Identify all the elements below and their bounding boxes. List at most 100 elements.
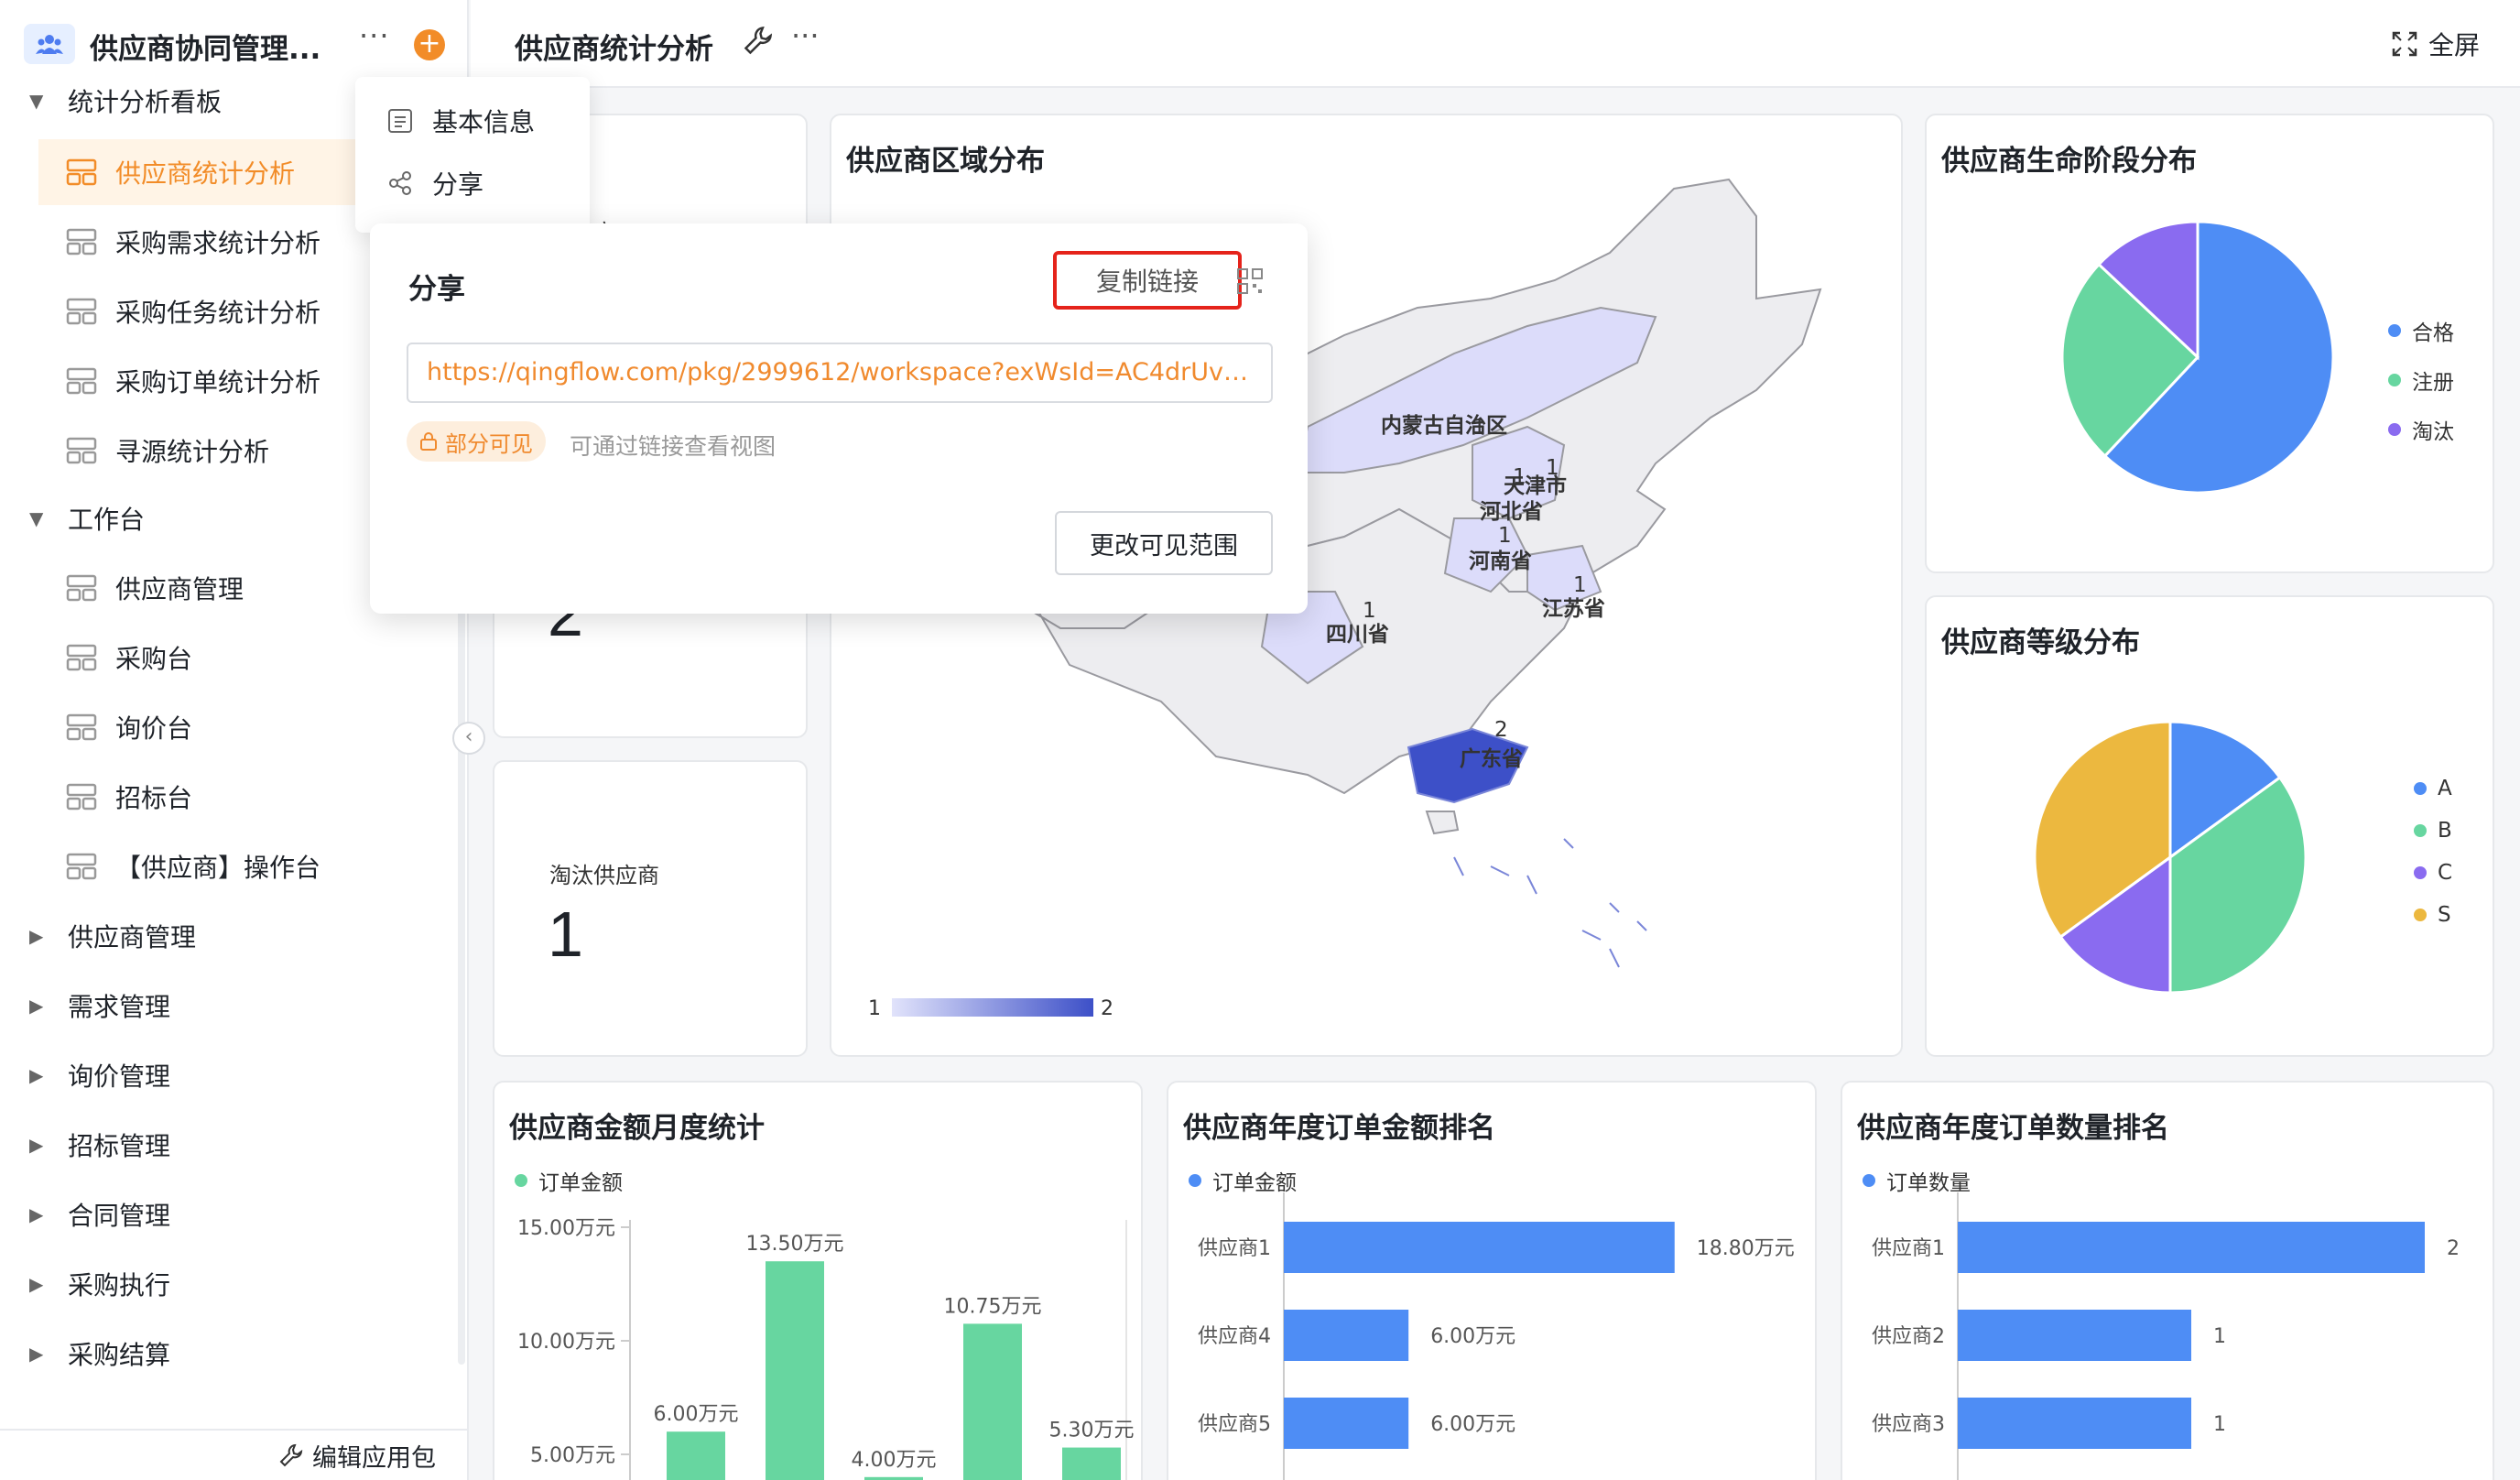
sidebar-group[interactable]: ▶ 需求管理 bbox=[0, 973, 469, 1039]
nav-label: 招标管理 bbox=[68, 1131, 171, 1161]
lifecycle-pie-chart bbox=[2060, 220, 2335, 495]
qrcode-icon[interactable] bbox=[1236, 267, 1264, 295]
legend-label: 淘汰 bbox=[2412, 420, 2454, 444]
legend-item[interactable]: B bbox=[2414, 819, 2452, 843]
app-icon[interactable] bbox=[24, 24, 75, 64]
share-title: 分享 bbox=[408, 273, 465, 306]
legend-dot bbox=[2388, 324, 2401, 337]
bar-value-label: 10.75万元 bbox=[944, 1295, 1042, 1318]
sidebar-group[interactable]: ▶ 询价管理 bbox=[0, 1042, 469, 1108]
map-label-jiangsu: 江苏省 bbox=[1542, 597, 1605, 621]
category-label: 供应商3 bbox=[1872, 1413, 1945, 1436]
bar bbox=[667, 1431, 725, 1480]
sidebar-group[interactable]: ▶ 招标管理 bbox=[0, 1112, 469, 1178]
nav-label: 寻源统计分析 bbox=[115, 437, 270, 467]
legend-label: 注册 bbox=[2412, 371, 2454, 395]
legend-dot bbox=[2414, 866, 2427, 879]
count-ranking-chart: 供应商1 2 供应商2 1 供应商3 1 bbox=[1872, 1192, 2460, 1480]
kpi-card-eliminated: 淘汰供应商 1 bbox=[493, 760, 808, 1057]
legend-item[interactable]: A bbox=[2414, 777, 2452, 800]
nav-label: 供应商管理 bbox=[115, 574, 244, 604]
legend: A B C S bbox=[2414, 777, 2452, 945]
caret-right-icon: ▶ bbox=[29, 995, 44, 1017]
sidebar-group[interactable]: ▶ 采购执行 bbox=[0, 1251, 469, 1317]
map-label-henan: 河南省 bbox=[1469, 550, 1532, 573]
nav-label: 供应商统计分析 bbox=[115, 158, 296, 189]
legend-item[interactable]: 合格 bbox=[2388, 315, 2454, 346]
map-island-hainan bbox=[1425, 811, 1460, 835]
dashboard-icon bbox=[66, 713, 97, 741]
nav-label: 【供应商】操作台 bbox=[115, 853, 321, 883]
fullscreen-label: 全屏 bbox=[2428, 30, 2480, 60]
nav-label: 需求管理 bbox=[68, 992, 171, 1022]
legend-item[interactable]: C bbox=[2414, 861, 2452, 885]
legend-label: S bbox=[2438, 903, 2451, 927]
sidebar-item-dashboard[interactable]: 供应商统计分析 bbox=[38, 139, 355, 205]
legend-label: 合格 bbox=[2412, 321, 2454, 345]
legend-item[interactable]: 注册 bbox=[2388, 365, 2454, 396]
menu-item-share[interactable]: 分享 bbox=[386, 165, 483, 201]
legend-item[interactable]: 淘汰 bbox=[2388, 414, 2454, 445]
nav-label: 采购台 bbox=[115, 644, 193, 674]
nav-label: 采购订单统计分析 bbox=[115, 367, 321, 397]
legend-label: C bbox=[2438, 861, 2453, 885]
app-title[interactable]: 供应商协同管理... bbox=[90, 26, 320, 67]
map-label-sichuan: 四川省 bbox=[1326, 623, 1389, 647]
map-value: 1 bbox=[1573, 573, 1587, 597]
nav-label: 供应商管理 bbox=[68, 922, 197, 952]
bar bbox=[1958, 1222, 2425, 1273]
nav-label: 采购执行 bbox=[68, 1270, 171, 1300]
bar bbox=[1062, 1447, 1121, 1480]
copy-link-button[interactable]: 复制链接 bbox=[1053, 251, 1242, 310]
visibility-badge[interactable]: 部分可见 bbox=[407, 421, 546, 462]
bar bbox=[1284, 1222, 1675, 1273]
amount-ranking-chart: 供应商1 18.80万元供应商4 6.00万元供应商5 6.00万元 bbox=[1198, 1192, 1795, 1480]
change-visibility-button[interactable]: 更改可见范围 bbox=[1055, 511, 1273, 575]
bar-value-label: 6.00万元 bbox=[1430, 1325, 1515, 1348]
wrench-icon[interactable] bbox=[744, 26, 773, 55]
sidebar-footer[interactable]: 编辑应用包 bbox=[0, 1429, 469, 1480]
grade-pie-chart bbox=[2033, 720, 2308, 995]
bar-value-label: 4.00万元 bbox=[852, 1449, 937, 1472]
caret-right-icon: ▶ bbox=[29, 1273, 44, 1295]
bar bbox=[1958, 1310, 2191, 1361]
dashboard-icon bbox=[66, 298, 97, 325]
menu-item-label: 分享 bbox=[432, 169, 484, 200]
dashboard-icon bbox=[66, 853, 97, 880]
sidebar-item-workbench[interactable]: 采购台 bbox=[0, 625, 469, 691]
y-tick-label: 5.00万元 bbox=[530, 1444, 615, 1467]
nav-label: 采购需求统计分析 bbox=[115, 228, 321, 258]
caret-down-icon: ▼ bbox=[29, 90, 44, 112]
share-url-field[interactable]: https://qingflow.com/pkg/2999612/workspa… bbox=[407, 343, 1273, 403]
more-icon[interactable]: ··· bbox=[359, 18, 390, 53]
y-tick-label: 10.00万元 bbox=[517, 1331, 615, 1354]
bar-value-label: 13.50万元 bbox=[746, 1233, 844, 1256]
legend-dot bbox=[2414, 824, 2427, 837]
sidebar-group[interactable]: ▶ 供应商管理 bbox=[0, 903, 469, 969]
bar-value-label: 5.30万元 bbox=[1049, 1420, 1135, 1442]
bar-value-label: 2 bbox=[2447, 1237, 2460, 1260]
map-value: 1 bbox=[1472, 416, 1486, 440]
legend-item[interactable]: S bbox=[2414, 903, 2452, 927]
map-value: 1 bbox=[1546, 456, 1559, 480]
sidebar-group[interactable]: ▶ 采购结算 bbox=[0, 1321, 469, 1387]
more-icon[interactable]: ··· bbox=[791, 18, 820, 53]
edit-package-label: 编辑应用包 bbox=[312, 1443, 436, 1473]
sidebar-item-workbench[interactable]: 招标台 bbox=[0, 764, 469, 830]
caret-right-icon: ▶ bbox=[29, 1064, 44, 1086]
nav-label: 招标台 bbox=[115, 783, 193, 813]
topbar: 供应商统计分析 ··· 全屏 bbox=[471, 0, 2520, 88]
dashboard-icon bbox=[66, 158, 97, 186]
sidebar-item-workbench[interactable]: 询价台 bbox=[0, 694, 469, 760]
add-icon[interactable]: + bbox=[414, 29, 445, 60]
sidebar-item-workbench[interactable]: 【供应商】操作台 bbox=[0, 833, 469, 899]
bar-value-label: 6.00万元 bbox=[654, 1403, 739, 1426]
page-title: 供应商统计分析 bbox=[515, 33, 713, 66]
lifecycle-pie-card: 供应商生命阶段分布 合格 注册 淘汰 bbox=[1925, 114, 2494, 573]
collapse-sidebar-button[interactable]: ‹ bbox=[452, 722, 485, 755]
sidebar-group[interactable]: ▶ 合同管理 bbox=[0, 1181, 469, 1247]
fullscreen-button[interactable]: 全屏 bbox=[2392, 26, 2480, 62]
bar bbox=[766, 1261, 824, 1480]
document-icon bbox=[388, 109, 412, 133]
menu-item-basic-info[interactable]: 基本信息 bbox=[386, 103, 535, 139]
